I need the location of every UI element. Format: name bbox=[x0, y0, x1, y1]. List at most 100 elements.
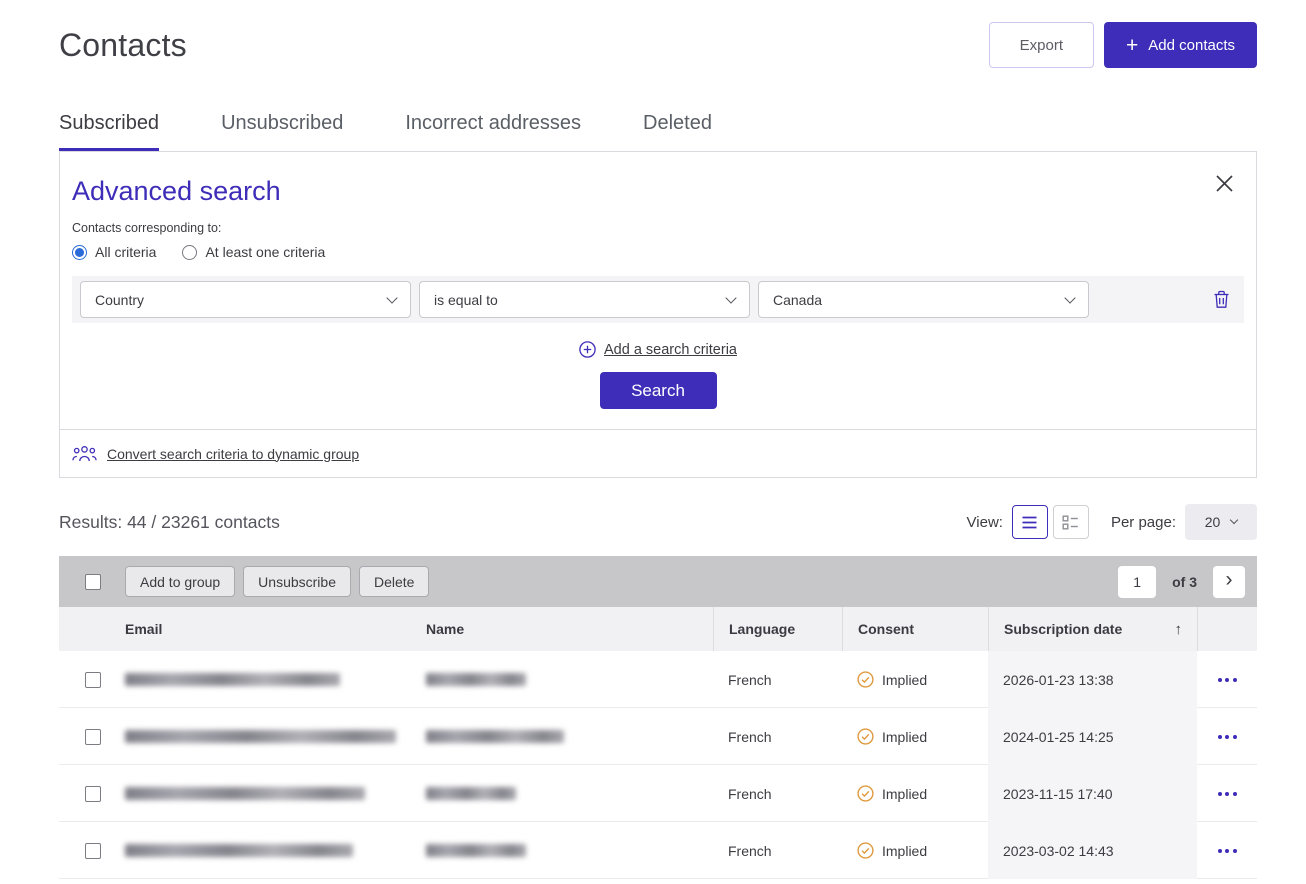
next-page-button[interactable]: › bbox=[1213, 566, 1245, 598]
column-header-subscription-date[interactable]: Subscription date ↑ bbox=[988, 607, 1197, 651]
tab-subscribed[interactable]: Subscribed bbox=[59, 112, 159, 151]
add-search-criteria-label: Add a search criteria bbox=[604, 342, 737, 358]
chevron-down-icon bbox=[1230, 516, 1238, 524]
list-view-button[interactable] bbox=[1012, 505, 1048, 539]
advanced-search-footer: Convert search criteria to dynamic group bbox=[60, 429, 1256, 477]
list-view-icon bbox=[1021, 515, 1038, 530]
row-checkbox[interactable] bbox=[85, 672, 101, 688]
export-button[interactable]: Export bbox=[989, 22, 1094, 68]
consent-label: Implied bbox=[882, 786, 927, 802]
consent-cell: Implied bbox=[842, 651, 988, 708]
per-page-label: Per page: bbox=[1111, 514, 1176, 531]
add-search-criteria-link[interactable]: Add a search criteria bbox=[579, 341, 737, 358]
row-checkbox-cell bbox=[59, 765, 110, 822]
column-header-consent: Consent bbox=[842, 607, 988, 651]
header-actions: Export + Add contacts bbox=[989, 22, 1257, 68]
chevron-right-icon: › bbox=[1226, 569, 1233, 590]
row-checkbox-cell bbox=[59, 708, 110, 765]
consent-label: Implied bbox=[882, 672, 927, 688]
row-checkbox-cell bbox=[59, 822, 110, 879]
row-actions-button[interactable] bbox=[1214, 729, 1241, 745]
search-button[interactable]: Search bbox=[600, 372, 717, 409]
column-header-name: Name bbox=[411, 607, 713, 651]
table-row: French Implied 2026-01-23 13:38 bbox=[59, 651, 1257, 708]
radio-all-criteria-label: All criteria bbox=[95, 244, 156, 260]
email-redacted bbox=[125, 844, 353, 857]
page-title: Contacts bbox=[59, 27, 187, 64]
corresponding-label: Contacts corresponding to: bbox=[72, 221, 1244, 235]
search-row: Search bbox=[72, 372, 1244, 409]
row-checkbox[interactable] bbox=[85, 843, 101, 859]
language-cell: French bbox=[713, 822, 842, 879]
criteria-field-select[interactable]: Country bbox=[80, 281, 411, 318]
card-view-button[interactable] bbox=[1053, 505, 1089, 539]
tab-deleted[interactable]: Deleted bbox=[643, 112, 712, 151]
convert-to-dynamic-group-label: Convert search criteria to dynamic group bbox=[107, 446, 359, 462]
email-redacted bbox=[125, 673, 340, 686]
delete-button[interactable]: Delete bbox=[359, 566, 429, 597]
subscription-date-cell: 2024-01-25 14:25 bbox=[988, 708, 1197, 765]
row-actions-button[interactable] bbox=[1214, 672, 1241, 688]
name-redacted bbox=[426, 730, 564, 743]
table-row: French Implied 2023-03-02 14:43 bbox=[59, 822, 1257, 879]
unsubscribe-button[interactable]: Unsubscribe bbox=[243, 566, 351, 597]
tab-unsubscribed[interactable]: Unsubscribed bbox=[221, 112, 343, 151]
email-redacted bbox=[125, 787, 365, 800]
ellipsis-icon bbox=[1218, 792, 1222, 796]
name-cell bbox=[411, 651, 713, 708]
contacts-page: Contacts Export + Add contacts Subscribe… bbox=[0, 0, 1306, 879]
language-cell: French bbox=[713, 651, 842, 708]
add-to-group-button[interactable]: Add to group bbox=[125, 566, 235, 597]
consent-implied-icon bbox=[857, 785, 874, 802]
email-cell bbox=[110, 765, 411, 822]
sort-ascending-icon: ↑ bbox=[1175, 621, 1183, 638]
criteria-operator-select[interactable]: is equal to bbox=[419, 281, 750, 318]
email-cell bbox=[110, 822, 411, 879]
radio-all-criteria[interactable]: All criteria bbox=[72, 244, 156, 260]
select-all-checkbox[interactable] bbox=[85, 574, 101, 590]
table-header: Email Name Language Consent Subscription… bbox=[59, 607, 1257, 651]
consent-label: Implied bbox=[882, 843, 927, 859]
consent-cell: Implied bbox=[842, 822, 988, 879]
ellipsis-icon bbox=[1218, 678, 1222, 682]
row-checkbox[interactable] bbox=[85, 786, 101, 802]
subscription-date-cell: 2023-03-02 14:43 bbox=[988, 822, 1197, 879]
contacts-tabs: Subscribed Unsubscribed Incorrect addres… bbox=[59, 112, 1257, 151]
name-redacted bbox=[426, 673, 526, 686]
criteria-value-select[interactable]: Canada bbox=[758, 281, 1089, 318]
close-icon bbox=[1215, 174, 1234, 193]
convert-to-dynamic-group-link[interactable]: Convert search criteria to dynamic group bbox=[72, 445, 359, 462]
criteria-row: Country is equal to Canada bbox=[72, 276, 1244, 323]
remove-criteria-button[interactable] bbox=[1213, 290, 1230, 309]
row-actions-cell bbox=[1197, 765, 1257, 822]
row-actions-button[interactable] bbox=[1214, 786, 1241, 802]
consent-implied-icon bbox=[857, 671, 874, 688]
tab-incorrect-addresses[interactable]: Incorrect addresses bbox=[405, 112, 581, 151]
row-actions-button[interactable] bbox=[1214, 843, 1241, 859]
subscription-date-cell: 2023-11-15 17:40 bbox=[988, 765, 1197, 822]
per-page-select[interactable]: 20 bbox=[1185, 504, 1257, 540]
view-controls: View: Per page: 20 bbox=[967, 504, 1257, 540]
email-cell bbox=[110, 651, 411, 708]
column-header-actions bbox=[1197, 607, 1257, 651]
close-advanced-search-button[interactable] bbox=[1213, 172, 1236, 195]
table-body: French Implied 2026-01-23 13:38 French bbox=[59, 651, 1257, 879]
radio-selected-icon bbox=[72, 245, 87, 260]
results-row: Results: 44 / 23261 contacts View: Per p… bbox=[59, 504, 1257, 540]
plus-circle-icon bbox=[579, 341, 596, 358]
email-cell bbox=[110, 708, 411, 765]
results-summary: Results: 44 / 23261 contacts bbox=[59, 512, 280, 533]
name-redacted bbox=[426, 787, 516, 800]
row-checkbox[interactable] bbox=[85, 729, 101, 745]
card-view-icon bbox=[1062, 515, 1079, 530]
table-row: French Implied 2023-11-15 17:40 bbox=[59, 765, 1257, 822]
radio-at-least-one-criteria[interactable]: At least one criteria bbox=[182, 244, 325, 260]
page-number-input[interactable] bbox=[1118, 566, 1156, 598]
plus-icon: + bbox=[1126, 35, 1138, 56]
criteria-mode-radios: All criteria At least one criteria bbox=[72, 244, 1244, 260]
consent-implied-icon bbox=[857, 842, 874, 859]
subscription-date-header-label: Subscription date bbox=[1004, 621, 1122, 637]
add-contacts-button[interactable]: + Add contacts bbox=[1104, 22, 1257, 68]
email-redacted bbox=[125, 730, 396, 743]
subscription-date-cell: 2026-01-23 13:38 bbox=[988, 651, 1197, 708]
